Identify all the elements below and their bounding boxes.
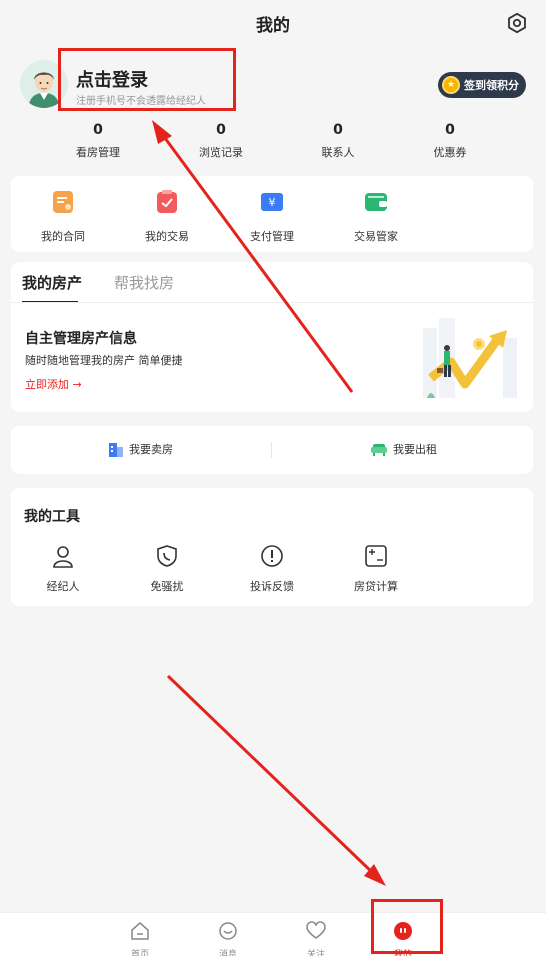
growth-illustration — [423, 318, 517, 398]
stat-label: 浏览记录 — [199, 146, 243, 159]
signin-label: 签到领积分 — [464, 79, 519, 92]
service-payment[interactable]: ¥ 支付管理 — [227, 190, 317, 244]
stat-label: 看房管理 — [76, 146, 120, 159]
wallet-icon — [365, 193, 387, 211]
service-steward[interactable]: 交易管家 — [331, 190, 421, 244]
rent-out-label: 我要出租 — [393, 443, 437, 456]
tab-messages[interactable]: 消息 — [203, 921, 253, 956]
service-contract[interactable]: 我的合同 — [18, 190, 108, 244]
sell-house-button[interactable]: 我要卖房 — [109, 441, 173, 457]
top-bar: 我的 — [0, 0, 546, 46]
agent-icon — [53, 546, 73, 568]
tool-feedback[interactable]: 投诉反馈 — [227, 544, 317, 594]
service-trade[interactable]: 我的交易 — [122, 190, 212, 244]
annotation-highlight-box — [371, 899, 443, 954]
bottom-tab-bar: 首页 消息 关注 我的 — [0, 912, 546, 956]
sofa-icon — [371, 444, 387, 456]
home-icon — [131, 922, 149, 940]
exclamation-icon — [261, 545, 283, 567]
tool-label: 经纪人 — [46, 580, 80, 593]
stat-value: 0 — [333, 122, 343, 138]
service-label: 我的合同 — [41, 230, 85, 243]
divider — [271, 442, 272, 458]
stats-row: 0 看房管理 0 浏览记录 0 联系人 0 优惠券 — [0, 122, 546, 166]
divider — [11, 302, 533, 303]
svg-text:¥: ¥ — [269, 196, 276, 209]
trade-icon — [157, 190, 177, 213]
tools-card: 我的工具 经纪人 免骚扰 投诉反馈 房贷计算 — [11, 488, 533, 606]
stat-contacts[interactable]: 0 联系人 — [288, 122, 388, 160]
add-now-link[interactable]: 立即添加 → — [25, 376, 82, 392]
tab-label: 首页 — [130, 950, 149, 956]
heart-icon — [306, 921, 326, 939]
sell-house-label: 我要卖房 — [129, 443, 173, 456]
tab-home[interactable]: 首页 — [115, 921, 165, 956]
payment-icon: ¥ — [261, 193, 283, 211]
phone-shield-icon — [157, 545, 177, 567]
stat-coupons[interactable]: 0 优惠券 — [400, 122, 500, 160]
tab-label: 消息 — [218, 950, 237, 956]
tab-my-property[interactable]: 我的房产 — [22, 272, 82, 293]
settings-icon[interactable] — [506, 12, 528, 34]
property-title: 自主管理房产信息 — [25, 331, 137, 347]
building-icon — [109, 443, 123, 457]
tool-label: 免骚扰 — [150, 580, 184, 593]
tool-no-disturb[interactable]: 免骚扰 — [122, 544, 212, 594]
annotation-highlight-box — [58, 48, 236, 111]
service-label: 支付管理 — [250, 230, 294, 243]
stat-value: 0 — [216, 122, 226, 138]
message-icon — [219, 922, 237, 940]
service-label: 我的交易 — [145, 230, 189, 243]
stat-label: 联系人 — [321, 146, 355, 159]
actions-card: 我要卖房 我要出租 — [11, 426, 533, 474]
tools-title: 我的工具 — [24, 509, 80, 525]
calculator-icon — [365, 545, 387, 567]
service-label: 交易管家 — [354, 230, 398, 243]
stat-label: 优惠券 — [433, 146, 467, 159]
property-subtitle: 随时随地管理我的房产 简单便捷 — [25, 354, 183, 367]
signin-points-button[interactable]: ★ 签到领积分 — [438, 72, 526, 98]
tab-follow[interactable]: 关注 — [291, 921, 341, 956]
stat-value: 0 — [93, 122, 103, 138]
rent-out-button[interactable]: 我要出租 — [371, 441, 437, 457]
coin-icon: ★ — [442, 76, 460, 94]
stat-viewing[interactable]: 0 看房管理 — [48, 122, 148, 160]
tab-find-house[interactable]: 帮我找房 — [114, 272, 174, 293]
tool-label: 投诉反馈 — [250, 580, 294, 593]
tool-mortgage-calc[interactable]: 房贷计算 — [331, 544, 421, 594]
tab-label: 关注 — [306, 950, 325, 956]
stat-value: 0 — [445, 122, 455, 138]
stat-history[interactable]: 0 浏览记录 — [171, 122, 271, 160]
property-card: 我的房产 帮我找房 自主管理房产信息 随时随地管理我的房产 简单便捷 立即添加 … — [11, 262, 533, 412]
page-title: 我的 — [256, 15, 290, 36]
services-card: 我的合同 我的交易 ¥ 支付管理 交易管家 — [11, 176, 533, 252]
tool-label: 房贷计算 — [354, 580, 398, 593]
contract-icon — [53, 191, 73, 213]
tool-agent[interactable]: 经纪人 — [18, 544, 108, 594]
